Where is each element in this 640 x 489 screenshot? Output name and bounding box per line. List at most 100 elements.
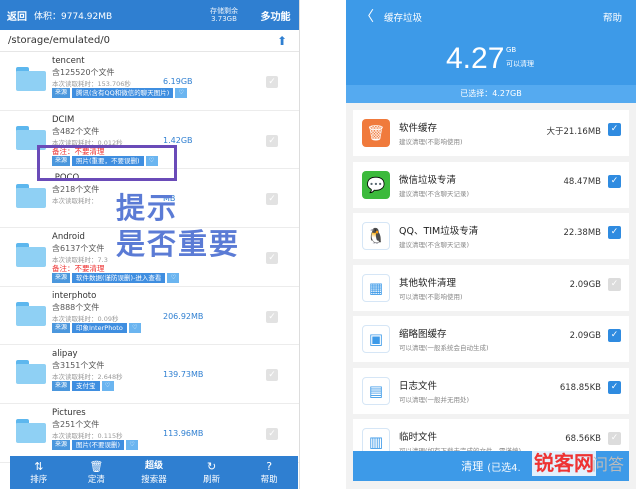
source-tag: 来源 [52, 440, 71, 451]
folder-source-tags: 来源 印象InterPhoto ♡ [52, 322, 141, 333]
folder-checkbox[interactable]: ✓ [266, 76, 278, 88]
junk-item-desc: 建议清理(不含聊天记录) [399, 241, 470, 249]
bottom-nav-label: 定清 [87, 475, 105, 485]
source-description[interactable]: 软件数据(谨防误删)-进入查看 [72, 273, 166, 284]
info-icon[interactable]: ♡ [101, 381, 114, 392]
junk-item-size: 2.09GB [569, 331, 601, 341]
folder-read-time: 本次读取耗时：2.648秒 [52, 373, 123, 382]
folder-source-tags: 来源 支付宝 ♡ [52, 381, 114, 392]
bottom-nav-icon: 超级 [144, 461, 163, 471]
folder-checkbox[interactable]: ✓ [266, 252, 278, 265]
junk-unit: GB [506, 46, 517, 54]
folder-row[interactable]: Pictures 含251个文件 本次读取耗时：0.115秒 113.96MB 来源 图片… [0, 404, 299, 463]
folder-checkbox[interactable]: ✓ [266, 134, 278, 147]
folder-file-count: 含482个文件 [52, 126, 100, 136]
folder-file-count: 含888个文件 [52, 302, 100, 312]
page-title: 缓存垃圾 [384, 13, 423, 24]
storage-remaining-value: 3.73GB [211, 15, 237, 23]
bottom-toolbar: ⇅ 排序 🗑 定清 超级 搜索器 ↻ 刷新 ? 帮助 [10, 456, 298, 489]
folder-row[interactable]: alipay 含3151个文件 本次读取耗时：2.648秒 139.73MB 来源 支付宝… [0, 345, 299, 405]
folder-read-time: 本次读取耗时：0.09秒 [52, 314, 119, 323]
folder-source-tags: 来源 腾讯(含有QQ和微信的聊天图片) ♡ [52, 88, 188, 98]
more-functions-button[interactable]: 多功能 [252, 8, 299, 23]
bottom-nav-2[interactable]: 超级 搜索器 [125, 456, 183, 489]
bottom-nav-0[interactable]: ⇅ 排序 [10, 456, 68, 489]
junk-item-checkbox[interactable]: ✓ [608, 226, 621, 239]
folder-checkbox[interactable]: ✓ [266, 428, 278, 441]
junk-category-list: 🗑 软件缓存 建议清理(不影响使用) 大于21.16MB ✓ 💬 微信垃圾专清建议清理(不含… [353, 110, 629, 471]
info-icon[interactable]: ♡ [175, 88, 188, 98]
bottom-nav-icon: ↻ [206, 460, 217, 473]
folder-size: 1.42GB [163, 135, 193, 145]
junk-item-checkbox[interactable]: ✓ [608, 380, 621, 394]
screenshot-root: 返回 体积：9774.92MB 存储剩余 3.73GB 多功能 /storage… [0, 0, 640, 489]
folder-name: Android [52, 232, 85, 243]
junk-item[interactable]: 🗑 软件缓存 建议清理(不影响使用) 大于21.16MB ✓ [353, 110, 629, 156]
junk-item[interactable]: 🐧 QQ、TIM垃圾专清 建议清理(不含聊天记录) 22.38MB ✓ [353, 213, 629, 259]
back-button[interactable]: 返回 [0, 8, 34, 23]
folder-checkbox[interactable]: ✓ [266, 310, 278, 323]
junk-item-checkbox[interactable]: ✓ [608, 277, 621, 291]
back-chevron-icon[interactable]: 〈 [360, 6, 374, 26]
source-tag: 来源 [52, 322, 71, 333]
log-icon: ▤ [362, 376, 390, 405]
up-directory-icon[interactable]: ⬆ [275, 34, 289, 48]
bottom-nav-3[interactable]: ↻ 刷新 [183, 456, 241, 489]
watermark: 锐客网 问答 [532, 445, 640, 483]
junk-item[interactable]: ▣ 缩略图缓存 可以清理(一般系统会自动生成) 2.09GB ✓ [353, 316, 629, 362]
source-description[interactable]: 支付宝 [72, 381, 100, 392]
junk-item[interactable]: 💬 微信垃圾专清 建议清理(不含聊天记录) 48.47MB ✓ [353, 161, 629, 208]
junk-item-size: 618.85KB [559, 382, 601, 393]
folder-icon [16, 419, 46, 444]
folder-read-time: 本次读取耗时： [52, 197, 98, 206]
cache-cleaner-screen: 〈 缓存垃圾 帮助 4.27 GB 可以清理 已选择：4.27GB 🗑 软件缓存建… [346, 0, 636, 489]
folder-icon-body [16, 247, 46, 268]
clean-button-label: 清理 [461, 460, 484, 473]
source-description[interactable]: 图片(不要误删) [72, 440, 125, 451]
folder-row[interactable]: tencent 含125520个文件 本次读取耗时：153.706秒 6.19GB 来源… [0, 52, 299, 111]
qq-icon: 🐧 [362, 222, 390, 250]
junk-item-checkbox[interactable]: ✓ [608, 174, 621, 188]
folder-icon-body [16, 71, 46, 91]
folder-name: tencent [52, 56, 85, 66]
folder-icon-body [16, 188, 46, 209]
source-tag: 来源 [52, 273, 71, 284]
info-icon[interactable]: ♡ [167, 273, 180, 284]
folder-row[interactable]: interphoto 含888个文件 本次读取耗时：0.09秒 206.92MB 来源印… [0, 287, 299, 346]
folder-checkbox[interactable]: ✓ [266, 369, 278, 382]
junk-item-title: 软件缓存 [399, 123, 438, 134]
bottom-nav-4[interactable]: ? 帮助 [240, 456, 298, 489]
folder-file-count: 含3151个文件 [52, 361, 105, 371]
folder-file-count: 含125520个文件 [52, 68, 115, 77]
info-icon[interactable]: ♡ [128, 322, 141, 333]
source-description[interactable]: 腾讯(含有QQ和微信的聊天图片) [72, 88, 174, 98]
junk-item-title: 微信垃圾专清 [399, 174, 457, 186]
folder-icon [16, 184, 46, 209]
junk-item[interactable]: ▤ 日志文件 可以清理(一般并无用处) 618.85KB ✓ [353, 367, 629, 414]
storage-remaining: 存储剩余 3.73GB [196, 7, 252, 23]
junk-item-desc: 可以清理(一般并无用处) [399, 395, 470, 404]
folder-read-time: 本次读取耗时：153.706秒 [52, 80, 131, 88]
folder-icon-body [16, 423, 46, 444]
bottom-nav-label: 刷新 [203, 475, 221, 485]
bottom-nav-icon: ⇅ [34, 460, 44, 473]
source-description[interactable]: 印象InterPhoto [72, 322, 127, 333]
junk-item-title: 缩略图缓存 [399, 329, 447, 340]
bottom-nav-icon: ? [266, 460, 273, 473]
junk-item-checkbox[interactable]: ✓ [608, 329, 621, 342]
folder-icon [16, 67, 46, 91]
source-tag: 来源 [52, 381, 71, 392]
folder-checkbox[interactable]: ✓ [266, 193, 278, 206]
junk-item-desc: 可以清理(不影响使用) [399, 292, 463, 301]
info-icon[interactable]: ♡ [126, 440, 139, 451]
folder-name: alipay [52, 349, 78, 360]
folder-name: DCIM [52, 114, 75, 125]
junk-item-checkbox[interactable]: ✓ [608, 432, 621, 445]
wechat-icon: 💬 [362, 170, 390, 199]
junk-item[interactable]: ▦ 其他软件清理 可以清理(不影响使用) 2.09GB ✓ [353, 264, 629, 311]
junk-item-checkbox[interactable]: ✓ [608, 123, 621, 136]
help-button[interactable]: 帮助 [603, 10, 622, 24]
bottom-nav-1[interactable]: 🗑 定清 [68, 456, 126, 489]
folder-size: 113.96MB [163, 429, 204, 439]
junk-item-title: QQ、TIM垃圾专清 [399, 226, 479, 237]
